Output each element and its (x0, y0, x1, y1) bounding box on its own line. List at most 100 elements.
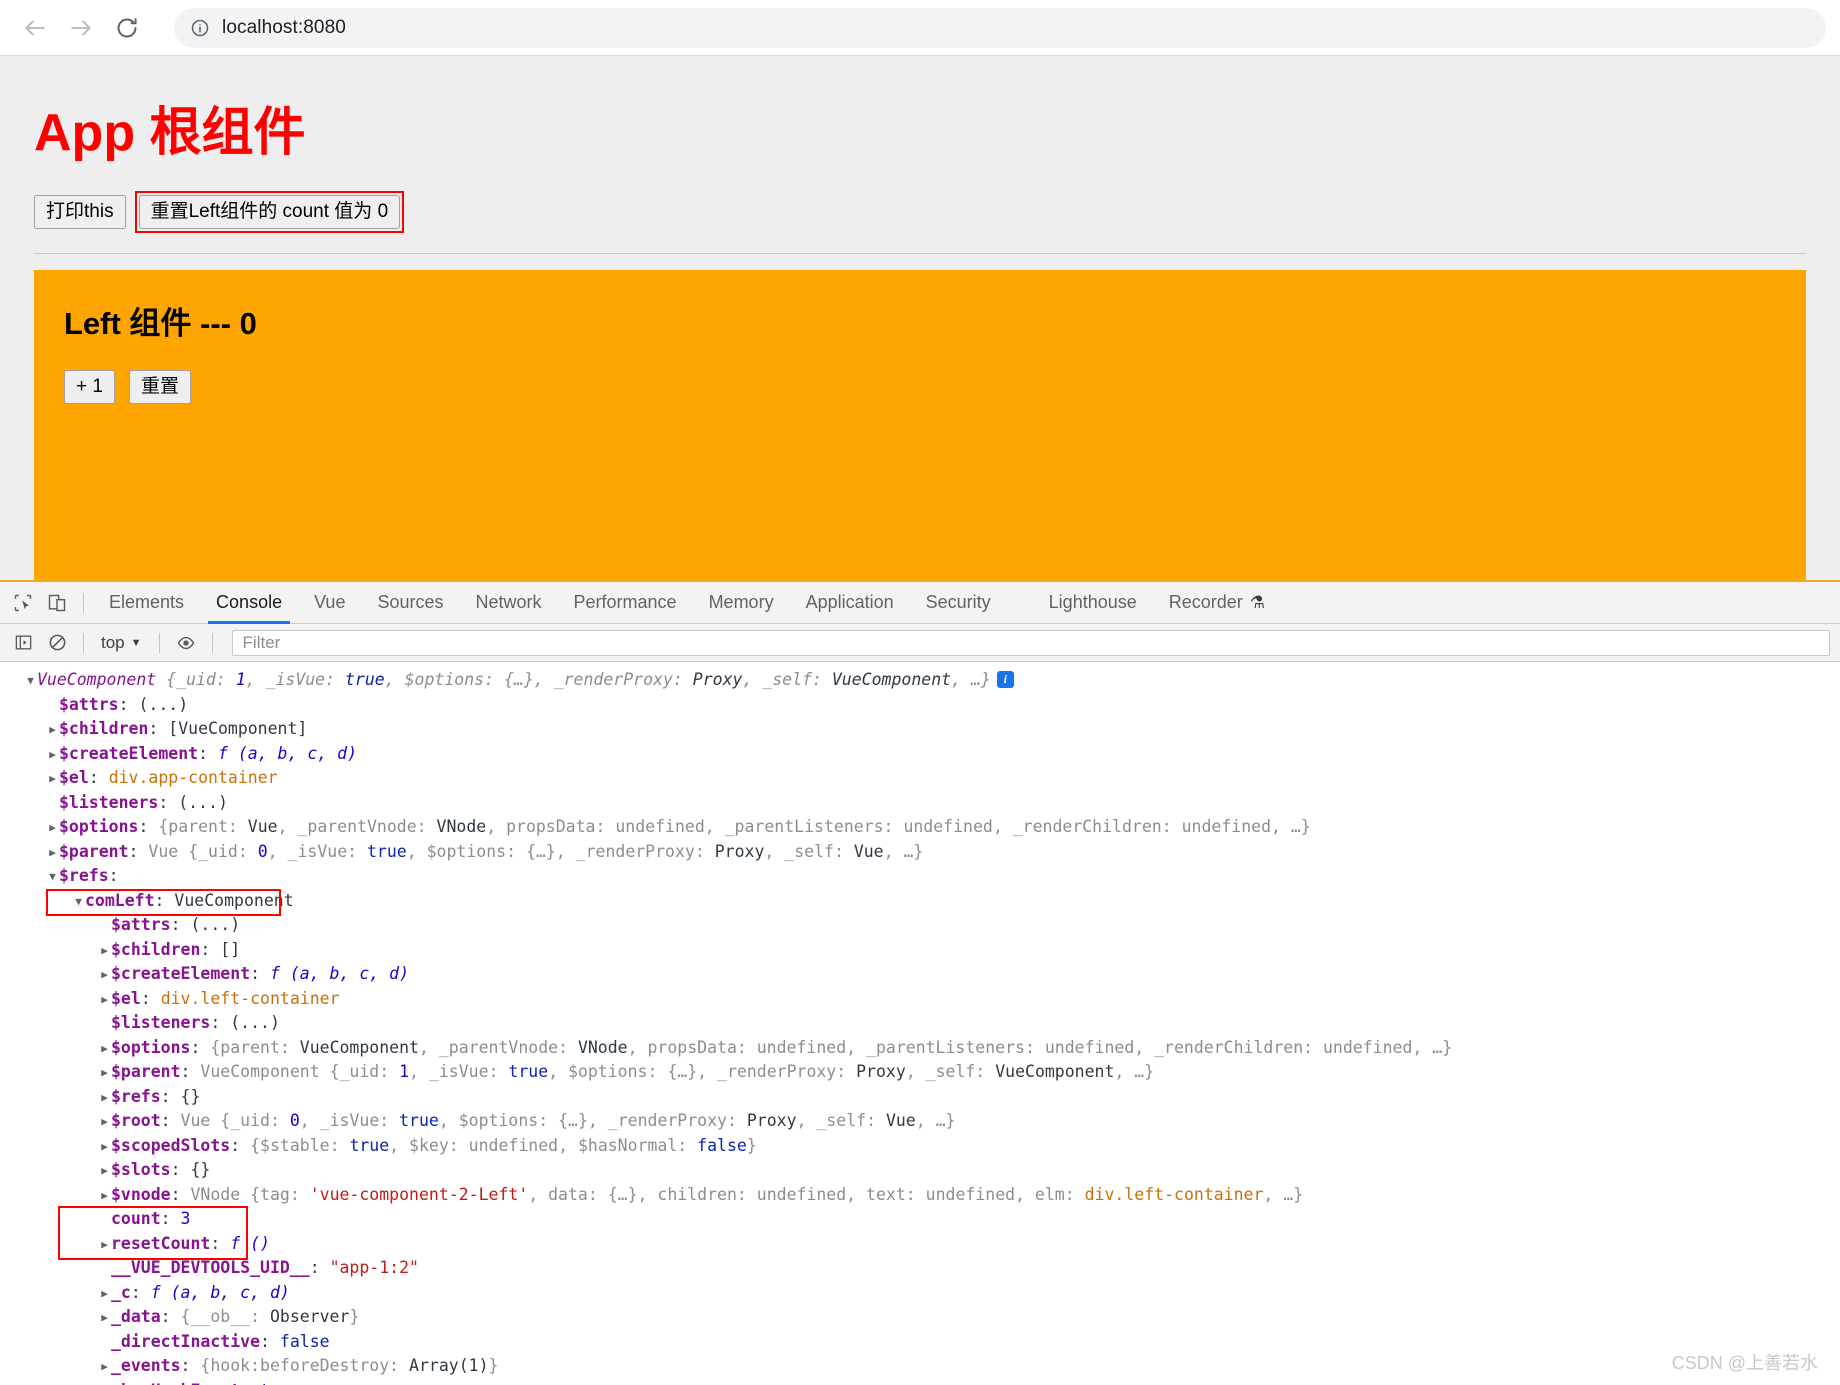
expand-arrow-closed-icon[interactable] (46, 841, 59, 866)
reload-button[interactable] (106, 7, 148, 49)
console-line[interactable]: resetCount: f () (0, 1232, 1840, 1257)
console-line[interactable]: $el: div.app-container (0, 766, 1840, 791)
console-line-text: _c: f (a, b, c, d) (111, 1282, 290, 1302)
left-reset-button[interactable]: 重置 (128, 370, 191, 404)
expand-arrow-closed-icon[interactable] (98, 963, 111, 988)
app-button-row: 打印this 重置Left组件的 count 值为 0 (34, 191, 1806, 233)
console-line-text: count: 3 (111, 1209, 191, 1228)
console-sidebar-icon (15, 635, 31, 650)
console-line[interactable]: $children: [] (0, 938, 1840, 963)
expand-arrow-closed-icon[interactable] (98, 1233, 111, 1258)
back-arrow-icon (25, 19, 45, 36)
console-line[interactable]: $createElement: f (a, b, c, d) (0, 962, 1840, 987)
expand-arrow-closed-icon[interactable] (98, 939, 111, 964)
expand-arrow-open-icon[interactable] (72, 890, 85, 915)
console-line[interactable]: _hasHookEvent: true (0, 1379, 1840, 1385)
expand-arrow-closed-icon[interactable] (98, 1306, 111, 1331)
expand-arrow-closed-icon[interactable] (46, 816, 59, 841)
back-button[interactable] (14, 7, 56, 49)
expand-arrow-closed-icon[interactable] (98, 988, 111, 1013)
console-line[interactable]: $options: {parent: Vue, _parentVnode: VN… (0, 815, 1840, 840)
console-line[interactable]: _directInactive: false (0, 1330, 1840, 1355)
console-line[interactable]: count: 3 (0, 1207, 1840, 1232)
expand-arrow-open-icon[interactable] (46, 865, 59, 890)
console-line-text: $el: div.left-container (111, 988, 340, 1008)
clear-console-button[interactable] (40, 626, 74, 660)
left-component-button-row: + 1 重置 (64, 370, 1776, 404)
expand-arrow-closed-icon[interactable] (98, 1184, 111, 1209)
info-badge-icon[interactable]: i (996, 671, 1014, 688)
console-line-text: $refs: {} (111, 1086, 201, 1106)
reload-icon (117, 17, 137, 37)
tab-recorder[interactable]: Recorder ⚗ (1153, 582, 1281, 624)
console-line[interactable]: _data: {__ob__: Observer} (0, 1305, 1840, 1330)
expand-arrow-closed-icon[interactable] (98, 1061, 111, 1086)
console-line[interactable]: _c: f (a, b, c, d) (0, 1281, 1840, 1306)
tab-sources[interactable]: Sources (361, 582, 459, 624)
forward-button[interactable] (60, 7, 102, 49)
expand-arrow-closed-icon[interactable] (98, 1282, 111, 1307)
console-line-text: resetCount: f () (111, 1233, 270, 1253)
console-line[interactable]: $options: {parent: VueComponent, _parent… (0, 1036, 1840, 1061)
expand-arrow-open-icon[interactable] (24, 669, 37, 694)
console-line-text: $attrs: (...) (59, 694, 189, 714)
expand-arrow-closed-icon[interactable] (46, 718, 59, 743)
device-toolbar-button[interactable] (40, 586, 74, 620)
expand-arrow-closed-icon[interactable] (46, 767, 59, 792)
console-line[interactable]: $refs: (0, 864, 1840, 889)
live-expression-button[interactable] (169, 626, 203, 660)
console-line[interactable]: $parent: Vue {_uid: 0, _isVue: true, $op… (0, 840, 1840, 865)
devtools-panel: Elements Console Vue Sources Network Per… (0, 580, 1840, 1385)
console-line[interactable]: comLeft: VueComponent (0, 889, 1840, 914)
expand-arrow-closed-icon[interactable] (98, 1037, 111, 1062)
tab-performance[interactable]: Performance (558, 582, 693, 624)
console-line[interactable]: $vnode: VNode {tag: 'vue-component-2-Lef… (0, 1183, 1840, 1208)
expand-arrow-closed-icon[interactable] (46, 743, 59, 768)
console-sidebar-button[interactable] (6, 626, 40, 660)
console-line[interactable]: _events: {hook:beforeDestroy: Array(1)} (0, 1354, 1840, 1379)
expand-arrow-closed-icon[interactable] (98, 1086, 111, 1111)
expand-arrow-closed-icon[interactable] (98, 1159, 111, 1184)
console-line[interactable]: $listeners: (...) (0, 1011, 1840, 1036)
console-line[interactable]: $parent: VueComponent {_uid: 1, _isVue: … (0, 1060, 1840, 1085)
context-selector[interactable]: top ▼ (93, 633, 150, 653)
console-line[interactable]: $scopedSlots: {$stable: true, $key: unde… (0, 1134, 1840, 1159)
console-line[interactable]: $slots: {} (0, 1158, 1840, 1183)
expand-arrow-closed-icon[interactable] (98, 1110, 111, 1135)
print-this-button[interactable]: 打印this (34, 195, 126, 229)
expand-arrow-closed-icon[interactable] (98, 1135, 111, 1160)
address-bar[interactable]: localhost:8080 (174, 7, 1826, 48)
tab-memory[interactable]: Memory (693, 582, 790, 624)
devtools-tabbar: Elements Console Vue Sources Network Per… (0, 582, 1840, 624)
tab-elements[interactable]: Elements (93, 582, 200, 624)
forward-arrow-icon (71, 19, 91, 36)
console-line[interactable]: $root: Vue {_uid: 0, _isVue: true, $opti… (0, 1109, 1840, 1134)
console-filter[interactable] (231, 629, 1830, 656)
console-line-text: $attrs: (...) (111, 915, 241, 934)
expand-arrow-closed-icon[interactable] (98, 1355, 111, 1380)
tab-vue[interactable]: Vue (298, 582, 361, 624)
inspect-element-button[interactable] (6, 586, 40, 620)
console-line[interactable]: __VUE_DEVTOOLS_UID__: "app-1:2" (0, 1256, 1840, 1281)
console-line[interactable]: $listeners: (...) (0, 791, 1840, 816)
tab-console[interactable]: Console (200, 582, 298, 624)
tab-security[interactable]: Security (910, 582, 1007, 624)
console-line[interactable]: VueComponent {_uid: 1, _isVue: true, $op… (0, 668, 1840, 693)
browser-toolbar: localhost:8080 (0, 0, 1840, 56)
tab-network[interactable]: Network (460, 582, 558, 624)
tab-lighthouse[interactable]: Lighthouse (1033, 582, 1153, 624)
console-line[interactable]: $createElement: f (a, b, c, d) (0, 742, 1840, 767)
console-filter-input[interactable] (240, 631, 1821, 654)
console-output[interactable]: VueComponent {_uid: 1, _isVue: true, $op… (0, 662, 1840, 1385)
console-line[interactable]: $refs: {} (0, 1085, 1840, 1110)
console-line[interactable]: $el: div.left-container (0, 987, 1840, 1012)
console-line[interactable]: $children: [VueComponent] (0, 717, 1840, 742)
increment-button[interactable]: + 1 (64, 370, 115, 404)
tab-application[interactable]: Application (790, 582, 910, 624)
console-line[interactable]: $attrs: (...) (0, 913, 1840, 938)
reset-left-count-button[interactable]: 重置Left组件的 count 值为 0 (138, 195, 401, 229)
address-bar-url: localhost:8080 (222, 16, 346, 38)
console-line[interactable]: $attrs: (...) (0, 693, 1840, 718)
toolbar-divider (83, 592, 84, 613)
site-info-icon[interactable] (190, 18, 210, 38)
